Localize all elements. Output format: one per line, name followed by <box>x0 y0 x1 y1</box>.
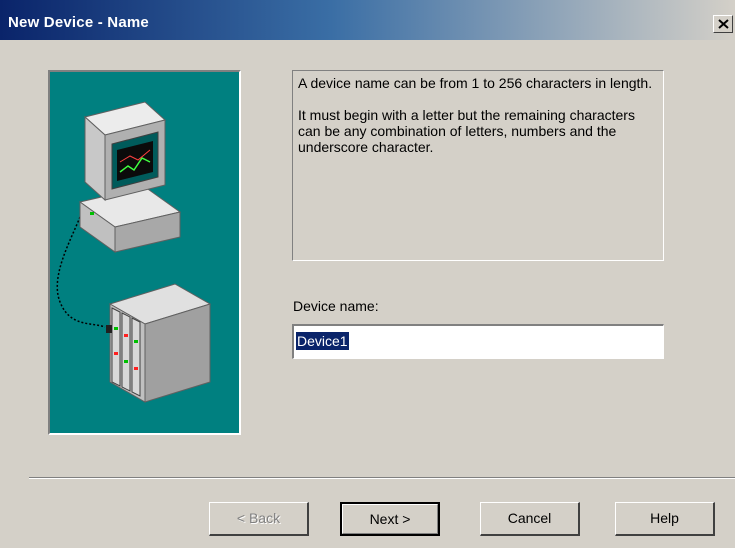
device-name-label: Device name: <box>293 298 379 314</box>
device-name-value: Device1 <box>296 332 349 350</box>
cancel-button[interactable]: Cancel <box>480 502 580 536</box>
help-button[interactable]: Help <box>615 502 715 536</box>
info-paragraph-length: A device name can be from 1 to 256 chara… <box>298 75 653 91</box>
separator-line <box>29 477 735 479</box>
computer-device-icon <box>56 101 212 403</box>
back-button[interactable]: < Back <box>209 502 309 536</box>
info-paragraph-rules: It must begin with a letter but the rema… <box>298 107 635 155</box>
title-bar: New Device - Name <box>0 0 735 40</box>
new-device-dialog: New Device - Name A device name can be f… <box>0 0 735 548</box>
next-button[interactable]: Next > <box>340 502 440 536</box>
device-name-input[interactable]: Device1 <box>292 324 664 359</box>
device-illustration <box>48 70 241 435</box>
window-title: New Device - Name <box>8 14 149 31</box>
info-panel: A device name can be from 1 to 256 chara… <box>292 70 664 261</box>
close-button[interactable] <box>713 15 733 33</box>
close-icon <box>718 19 729 29</box>
